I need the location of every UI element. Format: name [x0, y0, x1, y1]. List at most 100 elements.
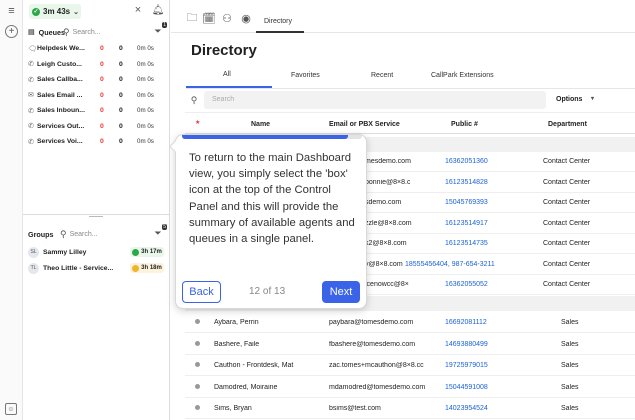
- public-number-link[interactable]: 15044591008: [445, 384, 488, 391]
- queue-wait-time: 0m 0s: [137, 60, 154, 68]
- back-button[interactable]: Back: [182, 281, 221, 303]
- subtab-favorites[interactable]: Favorites: [291, 72, 320, 79]
- table-row[interactable]: Cauthon - Frontdesk, Mat zac.tomes+mcaut…: [185, 355, 635, 376]
- table-row[interactable]: Aybara, Perrin paybara@tomesdemo.com 166…: [185, 312, 635, 333]
- department-cell: Sales: [561, 383, 579, 391]
- groups-search-input[interactable]: Search...: [70, 231, 98, 238]
- public-number-link[interactable]: 16123514917: [445, 220, 488, 227]
- eye-icon[interactable]: ◉: [239, 13, 253, 25]
- presence-dot-icon: [195, 340, 200, 346]
- queue-row[interactable]: ✉︎ Sales Email ... 0 0 0m 0s: [23, 88, 170, 103]
- queue-row[interactable]: ✆ Services Out... 0 0 0m 0s: [23, 119, 170, 134]
- queue-row[interactable]: 🗨︎ Helpdesk We... 0 0 0m 0s: [23, 41, 170, 56]
- contact-name: Bashere, Faile: [214, 340, 260, 348]
- queue-agent-count: 0: [119, 122, 123, 130]
- email-cell: mdamodred@tomesdemo.com: [329, 383, 426, 391]
- queue-wait-time: 0m 0s: [137, 91, 154, 99]
- queue-waiting-count: 0: [100, 60, 104, 68]
- queue-list-icon: ▤: [28, 29, 35, 36]
- email-cell: paybara@tomesdemo.com: [329, 319, 414, 326]
- public-number-link[interactable]: 16123514828: [445, 179, 488, 186]
- table-row[interactable]: Damodred, Moiraine mdamodred@tomesdemo.c…: [185, 377, 635, 398]
- email-cell: sdemo.com: [365, 199, 402, 206]
- col-email[interactable]: Email or PBX Service: [329, 121, 400, 128]
- queue-row[interactable]: ✆ Leigh Custo... 0 0 0m 0s: [23, 57, 170, 72]
- search-icon: ⚲: [63, 26, 70, 37]
- chevron-down-icon: ⌄: [73, 8, 80, 16]
- table-row[interactable]: Sims, Bryan bsims@test.com 14023954524 S…: [185, 398, 635, 419]
- queue-waiting-count: 0: [100, 138, 104, 145]
- queue-name: Services Out...: [37, 122, 85, 130]
- public-number-link[interactable]: 16123514735: [445, 240, 488, 247]
- options-dropdown[interactable]: Options ▾: [556, 91, 606, 109]
- menu-icon[interactable]: ≡: [5, 4, 18, 17]
- status-timer[interactable]: ✓ 3m 43s ⌄: [29, 4, 81, 19]
- department-cell: Contact Center: [543, 178, 591, 186]
- public-number-link[interactable]: 16692081112: [445, 319, 487, 326]
- group-name: Theo Little - Service...: [43, 264, 114, 272]
- bell-icon[interactable]: 🔔︎: [152, 4, 165, 16]
- email-cell: bonnie@8×8.c: [365, 178, 411, 186]
- tab-directory[interactable]: Directory: [256, 8, 304, 33]
- group-row[interactable]: TL Theo Little - Service... 3h 18m: [23, 261, 170, 275]
- folder-icon[interactable]: 🗀︎: [186, 12, 198, 24]
- contact-card-icon[interactable]: ☺: [5, 403, 17, 415]
- filter-icon[interactable]: ⏷ 1: [151, 22, 167, 37]
- public-number-link[interactable]: 16362051360: [445, 158, 488, 165]
- close-icon[interactable]: ×: [133, 4, 143, 16]
- subtab-callpark[interactable]: CallPark Extensions: [431, 72, 494, 79]
- queue-agent-count: 0: [119, 107, 123, 114]
- queue-agent-count: 0: [119, 91, 123, 99]
- subtab-recent[interactable]: Recent: [371, 72, 393, 79]
- queue-agent-count: 0: [119, 60, 123, 68]
- email-cell: zzle@8×8.com: [365, 219, 412, 227]
- status-duration: 3h 17m: [141, 249, 162, 255]
- tour-progress-fill: [182, 135, 349, 139]
- contact-name: Aybara, Perrin: [214, 319, 259, 326]
- col-name[interactable]: Name: [251, 121, 270, 128]
- status-badge: 3h 18m: [130, 263, 164, 273]
- tour-progress-bar: [182, 135, 362, 139]
- presence-dot-icon: [195, 383, 200, 389]
- panel-header: ✓ 3m 43s ⌄ × 🔔︎: [23, 0, 170, 22]
- groups-search[interactable]: ⚲ Search...: [60, 228, 124, 240]
- col-public[interactable]: Public #: [451, 121, 478, 128]
- people-icon[interactable]: ⚇: [220, 13, 234, 25]
- step-counter: 12 of 13: [249, 286, 286, 297]
- queue-name: Sales Email ...: [37, 91, 83, 99]
- panel-splitter[interactable]: [23, 214, 170, 218]
- queue-row[interactable]: ✆ Services Voi... 0 0 0m 0s: [23, 134, 170, 149]
- next-button[interactable]: Next: [322, 281, 360, 303]
- public-number-link[interactable]: 14693880499: [445, 341, 488, 348]
- group-row[interactable]: SL Sammy Lilley 3h 17m: [23, 245, 170, 259]
- public-number-link[interactable]: 16362055052: [445, 281, 488, 288]
- calendar-icon[interactable]: 🗓︎: [202, 13, 216, 25]
- col-department[interactable]: Department: [548, 121, 587, 128]
- status-dot-icon: [132, 248, 140, 256]
- department-cell: Sales: [561, 319, 579, 326]
- queues-search[interactable]: ⚲ Search...: [63, 26, 127, 38]
- department-cell: Sales: [561, 340, 579, 348]
- table-row[interactable]: Bashere, Faile fbashere@tomesdemo.com 14…: [185, 334, 635, 355]
- filter-icon[interactable]: ⏷ 5: [151, 224, 167, 239]
- public-number-link[interactable]: 18555456404, 987-654-3211: [405, 261, 495, 268]
- left-rail: ≡ + ☺: [0, 0, 23, 420]
- queue-name: Helpdesk We...: [37, 45, 85, 52]
- public-number-link[interactable]: 14023954524: [445, 405, 488, 412]
- queues-search-input[interactable]: Search...: [73, 29, 101, 36]
- email-cell: fbashere@tomesdemo.com: [329, 340, 416, 348]
- public-number-link[interactable]: 19725979015: [445, 362, 488, 369]
- queue-row[interactable]: ✆ Sales Callba... 0 0 0m 0s: [23, 72, 170, 87]
- search-placeholder: Search: [212, 96, 235, 103]
- directory-search-input[interactable]: Search: [204, 91, 546, 109]
- queue-wait-time: 0m 0s: [137, 76, 154, 83]
- subtab-all[interactable]: All: [186, 64, 272, 88]
- queue-row[interactable]: ✆ Sales Inboun... 0 0 0m 0s: [23, 103, 170, 118]
- contact-name: Cauthon - Frontdesk, Mat: [214, 362, 294, 369]
- queue-name: Sales Callba...: [37, 76, 83, 83]
- email-cell: zac.tomes+mcauthon@8×8.cc: [329, 362, 424, 369]
- add-icon[interactable]: +: [5, 25, 18, 38]
- tour-tooltip: To return to the main Dashboard view, yo…: [169, 134, 367, 309]
- chevron-down-icon: ▾: [591, 96, 595, 102]
- public-number-link[interactable]: 15045769393: [445, 199, 488, 206]
